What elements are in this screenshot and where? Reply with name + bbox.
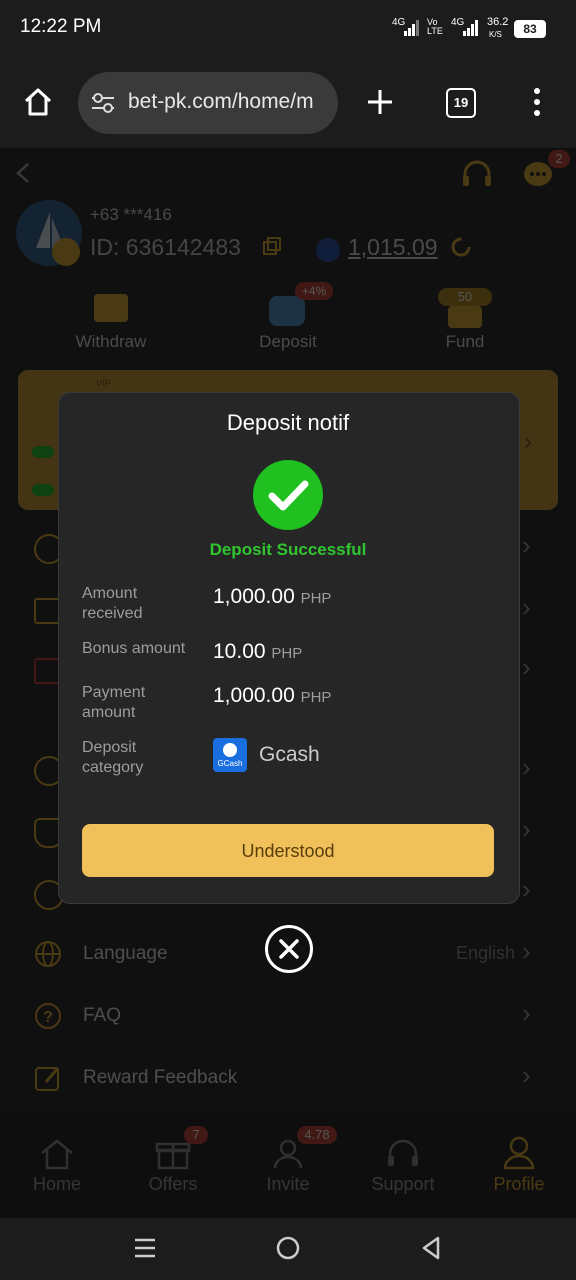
deposit-status: Deposit Successful <box>209 540 367 559</box>
url-text[interactable]: bet-pk.com/home/m <box>128 90 328 114</box>
dialog-title: Deposit notif <box>226 410 350 435</box>
close-icon <box>279 939 299 959</box>
net-speed: 36.2 <box>487 16 509 28</box>
clock: 12:22 PM <box>20 16 102 37</box>
tab-switcher-button[interactable]: 19 <box>446 88 476 118</box>
battery-icon: 83 <box>514 20 546 38</box>
tab-count: 19 <box>453 95 469 110</box>
new-tab-icon[interactable] <box>366 88 394 116</box>
net-speed-unit: K/S <box>489 30 502 39</box>
deposit-category-value: Gcash <box>259 743 320 766</box>
home-icon[interactable] <box>22 86 54 118</box>
amount-received-label: Amount received <box>82 585 143 622</box>
gcash-icon-text: GCash <box>217 759 243 768</box>
bonus-amount-value: 10.00 PHP <box>213 640 303 663</box>
payment-amount-value: 1,000.00 PHP <box>213 684 332 707</box>
overflow-menu-icon[interactable] <box>532 88 542 116</box>
gcash-icon: GCash <box>213 738 247 772</box>
signal-icon <box>404 20 419 36</box>
signal-icon-2 <box>463 20 478 36</box>
understood-button[interactable]: Understood <box>82 824 494 877</box>
success-check-icon <box>253 460 323 530</box>
amount-received-value: 1,000.00 PHP <box>213 585 332 608</box>
deposit-category-label: Deposit category <box>82 739 144 776</box>
close-dialog-button[interactable] <box>265 925 313 973</box>
status-bar: 12:22 PM 4G Vo LTE 4G 36.2 K/S 83 <box>0 0 576 56</box>
back-triangle-icon[interactable] <box>420 1236 442 1260</box>
gcash-logo-mark <box>223 743 237 757</box>
battery-level: 83 <box>523 22 537 36</box>
volte-label: Vo LTE <box>427 17 443 36</box>
home-circle-icon[interactable] <box>276 1236 300 1260</box>
site-settings-icon[interactable] <box>90 92 116 114</box>
bonus-amount-label: Bonus amount <box>82 640 186 657</box>
payment-amount-label: Payment amount <box>82 684 146 721</box>
recents-icon[interactable] <box>133 1236 157 1260</box>
